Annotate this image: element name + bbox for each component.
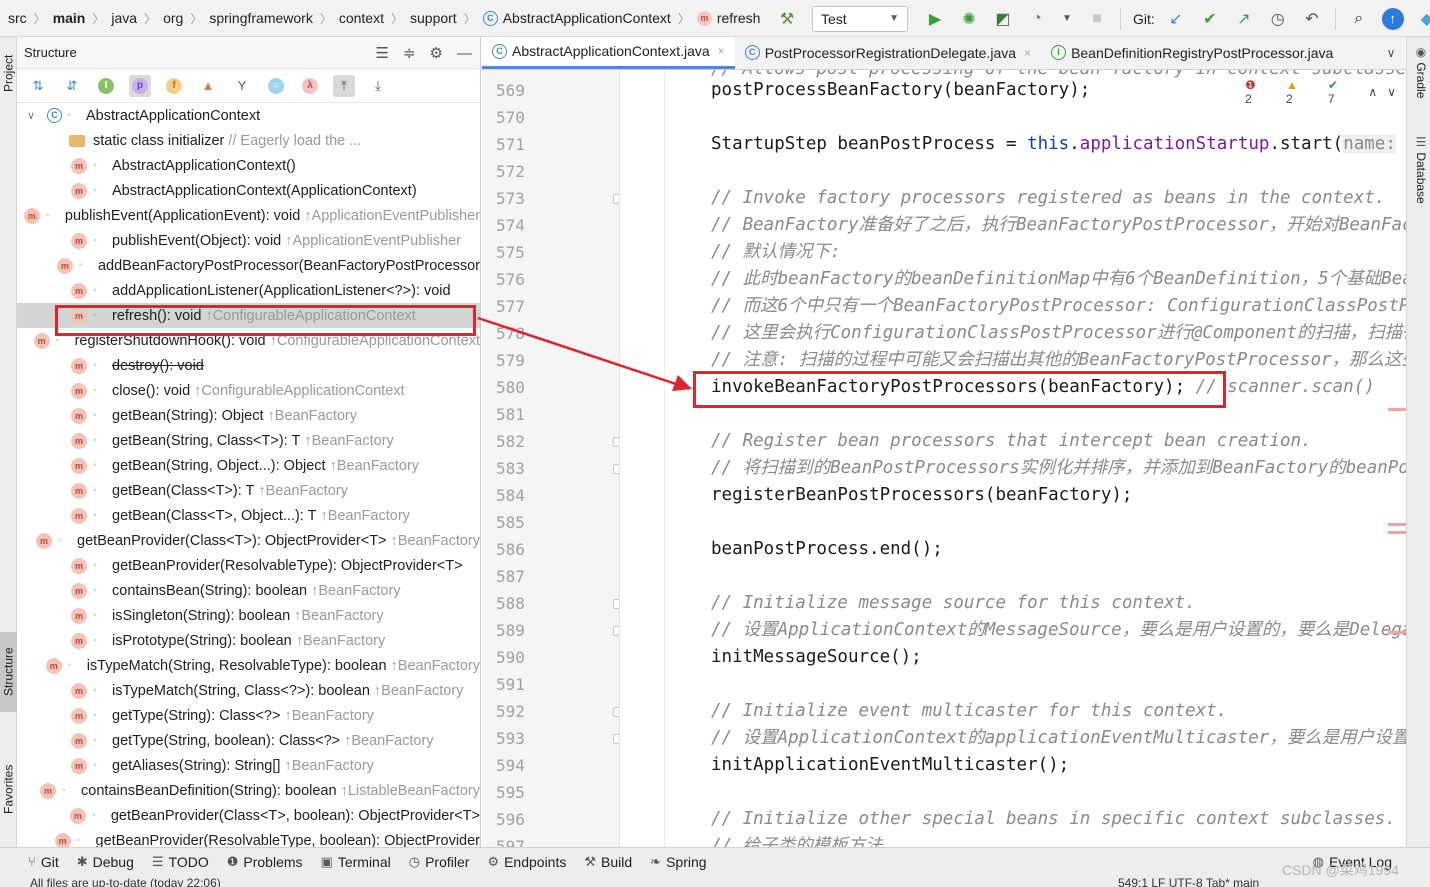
tool-window-label: Git bbox=[40, 853, 59, 870]
tool-window-problems[interactable]: ❶ Problems bbox=[227, 854, 303, 870]
tool-window-icon: ◷ bbox=[408, 853, 421, 869]
tool-window-label: TODO bbox=[168, 853, 209, 870]
tool-window-terminal[interactable]: ▣ Terminal bbox=[321, 854, 391, 870]
status-message: All files are up-to-date (today 22:06) bbox=[30, 876, 221, 887]
tool-window-bar: ⑂ Git ✱ Debug ☰ TODO ❶ Problems ▣ Terminal ◷ Profil… bbox=[0, 847, 1430, 875]
tool-window-icon: ☰ bbox=[151, 853, 164, 869]
status-bar: All files are up-to-date (today 22:06) 5… bbox=[0, 875, 1430, 887]
tool-window-todo[interactable]: ☰ TODO bbox=[152, 854, 209, 870]
tool-window-icon: ✱ bbox=[76, 853, 88, 869]
tool-window-label: Spring bbox=[666, 853, 707, 870]
tool-window-build[interactable]: ⚒ Build bbox=[584, 854, 632, 870]
tool-window-icon: ❧ bbox=[650, 853, 662, 869]
tool-window-icon: ❶ bbox=[226, 853, 239, 869]
tool-window-icon: ⚙ bbox=[487, 853, 500, 869]
annotation-arrow bbox=[477, 316, 692, 391]
tool-window-git[interactable]: ⑂ Git bbox=[28, 854, 59, 870]
tool-window-icon: ▣ bbox=[320, 853, 333, 869]
tool-window-profiler[interactable]: ◷ Profiler bbox=[409, 854, 470, 870]
tool-window-label: Endpoints bbox=[504, 853, 567, 870]
tool-window-spring[interactable]: ❧ Spring bbox=[650, 854, 706, 870]
tool-window-icon: ⑂ bbox=[28, 854, 36, 869]
tool-window-icon: ⚒ bbox=[584, 853, 597, 869]
tool-window-label: Terminal bbox=[337, 853, 391, 870]
watermark: CSDN @菜鸡1994 bbox=[1282, 862, 1399, 878]
status-widgets[interactable]: 549:1 LF UTF-8 Tab* main bbox=[1118, 876, 1259, 887]
tool-window-label: Problems bbox=[243, 853, 303, 870]
tool-window-label: Profiler bbox=[425, 853, 470, 870]
tool-window-endpoints[interactable]: ⚙ Endpoints bbox=[487, 854, 566, 870]
tool-window-label: Debug bbox=[92, 853, 134, 870]
tool-window-debug[interactable]: ✱ Debug bbox=[77, 854, 134, 870]
tool-window-label: Build bbox=[601, 853, 633, 870]
